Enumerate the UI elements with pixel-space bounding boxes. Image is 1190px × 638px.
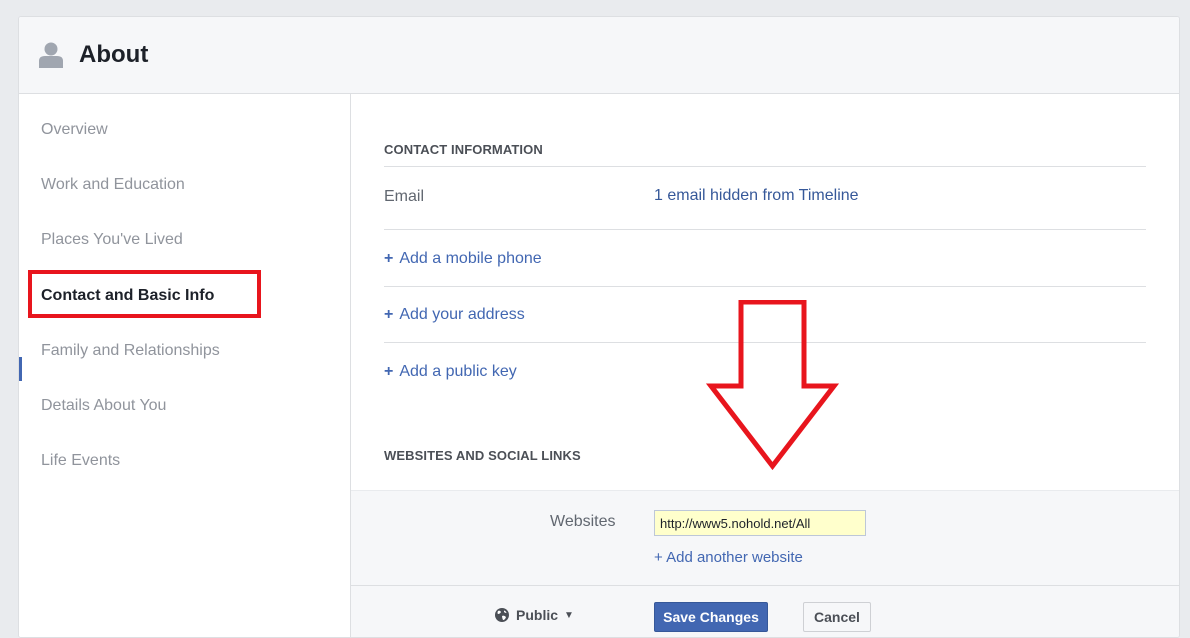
annotation-highlight-box <box>28 270 261 318</box>
privacy-label: Public <box>516 607 559 623</box>
plus-icon: + <box>384 306 394 323</box>
add-address-link[interactable]: + Add your address <box>384 306 525 324</box>
sidebar-item-places-lived[interactable]: Places You've Lived <box>41 231 183 249</box>
email-value-link[interactable]: 1 email hidden from Timeline <box>654 187 859 205</box>
sidebar-item-details-about-you[interactable]: Details About You <box>41 397 166 415</box>
sidebar-item-overview[interactable]: Overview <box>41 121 108 139</box>
add-another-website-link[interactable]: + Add another website <box>654 549 803 566</box>
add-public-key-label: Add a public key <box>399 363 517 380</box>
about-card: About Overview Work and Education Places… <box>18 16 1180 638</box>
cancel-button[interactable]: Cancel <box>803 602 871 632</box>
about-sidebar: Overview Work and Education Places You'v… <box>19 94 351 637</box>
divider <box>351 585 1179 586</box>
divider <box>384 166 1146 167</box>
divider <box>384 286 1146 287</box>
page-title: About <box>79 41 149 68</box>
about-header: About <box>19 17 1179 94</box>
websites-section-title: WEBSITES AND SOCIAL LINKS <box>384 448 581 463</box>
plus-icon: + <box>384 363 394 380</box>
add-mobile-phone-link[interactable]: + Add a mobile phone <box>384 250 542 268</box>
add-address-label: Add your address <box>399 306 525 323</box>
divider <box>384 229 1146 230</box>
sidebar-item-family-relationships[interactable]: Family and Relationships <box>41 342 220 360</box>
caret-down-icon: ▼ <box>564 609 574 621</box>
active-indicator <box>19 357 22 381</box>
divider <box>384 342 1146 343</box>
email-label: Email <box>384 188 425 205</box>
website-input[interactable] <box>654 510 866 536</box>
websites-edit-form: Websites + Add another website Public ▼ … <box>351 490 1179 637</box>
add-public-key-link[interactable]: + Add a public key <box>384 363 517 381</box>
websites-label: Websites <box>550 513 616 530</box>
plus-icon: + <box>384 250 394 267</box>
add-mobile-phone-label: Add a mobile phone <box>399 250 542 267</box>
contact-section-title: CONTACT INFORMATION <box>384 142 543 157</box>
person-icon <box>39 42 63 68</box>
save-changes-button[interactable]: Save Changes <box>654 602 768 632</box>
contact-main-panel: CONTACT INFORMATION Email 1 email hidden… <box>351 94 1179 637</box>
sidebar-item-work-education[interactable]: Work and Education <box>41 176 185 194</box>
globe-icon <box>495 608 509 622</box>
privacy-selector[interactable]: Public ▼ <box>495 607 574 623</box>
sidebar-item-life-events[interactable]: Life Events <box>41 452 120 470</box>
